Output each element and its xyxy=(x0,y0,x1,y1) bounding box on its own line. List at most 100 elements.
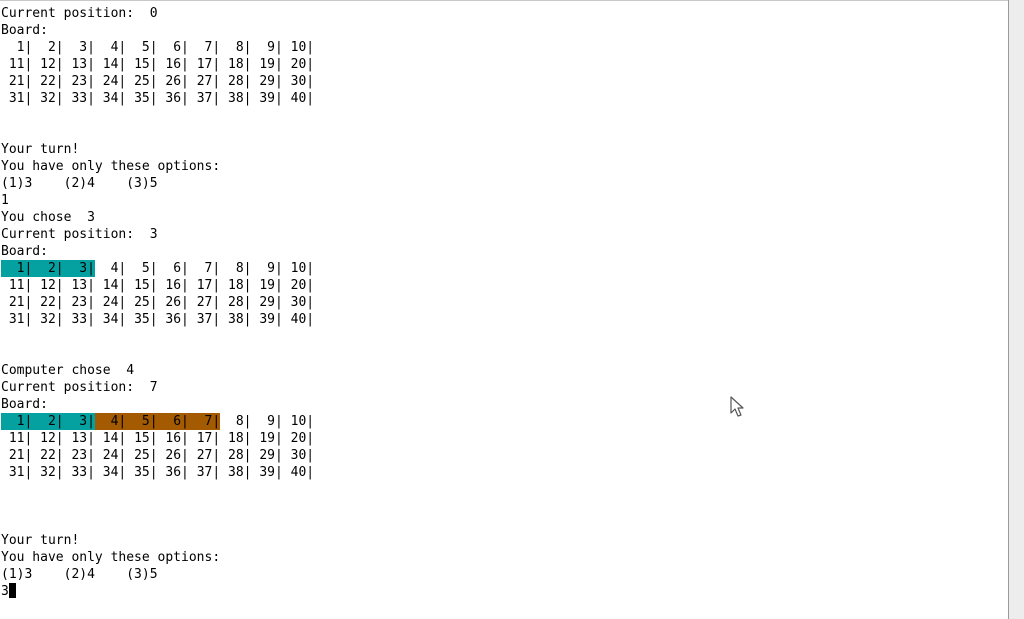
board-cell: 5| xyxy=(126,261,158,276)
board-cell: 23| xyxy=(63,448,95,463)
board-cell: 37| xyxy=(188,91,221,106)
board-cell: 10| xyxy=(282,40,315,55)
board-cell: 4| xyxy=(94,40,127,55)
output-line: (1)3 (2)4 (3)5 xyxy=(1,176,158,191)
output-line: Computer chose 4 xyxy=(1,363,135,378)
board-row: 21| 22| 23| 24| 25| 26| 27| 28| 29| 30| xyxy=(1,447,314,464)
board-cell: 25| xyxy=(126,74,158,89)
output-line: 1 xyxy=(1,193,9,208)
output-line: Your turn! xyxy=(1,142,80,157)
output-line: Current position: 7 xyxy=(1,380,158,395)
board-cell: 35| xyxy=(126,312,158,327)
vertical-scrollbar[interactable] xyxy=(1008,0,1024,619)
board-cell: 40| xyxy=(282,465,315,480)
output-line: Current position: 0 xyxy=(1,6,158,21)
board-cell: 15| xyxy=(126,431,158,446)
board-cell: 31| xyxy=(1,312,33,327)
board-cell: 31| xyxy=(1,465,33,480)
board-cell: 20| xyxy=(282,278,315,293)
board-cell-computer: 4| xyxy=(94,413,127,430)
board-cell: 8| xyxy=(220,40,252,55)
board-cell: 39| xyxy=(251,91,283,106)
board-row: 11| 12| 13| 14| 15| 16| 17| 18| 19| 20| xyxy=(1,277,314,294)
board-cell: 24| xyxy=(94,448,127,463)
board-row: 11| 12| 13| 14| 15| 16| 17| 18| 19| 20| xyxy=(1,430,314,447)
text-cursor-block-icon xyxy=(8,583,16,598)
board-cell: 26| xyxy=(157,295,189,310)
board-row: 1| 2| 3| 4| 5| 6| 7| 8| 9| 10| xyxy=(1,413,314,430)
board-cell: 12| xyxy=(32,57,64,72)
board-cell: 8| xyxy=(220,414,252,429)
board-cell: 21| xyxy=(1,74,33,89)
board-cell: 15| xyxy=(126,278,158,293)
board-cell: 12| xyxy=(32,431,64,446)
board-cell: 37| xyxy=(188,465,221,480)
board-cell: 17| xyxy=(188,278,221,293)
board-cell: 27| xyxy=(188,74,221,89)
board-cell: 4| xyxy=(94,261,127,276)
board-cell: 30| xyxy=(282,448,315,463)
board-cell: 9| xyxy=(251,261,283,276)
board-cell: 26| xyxy=(157,448,189,463)
board-cell: 14| xyxy=(94,278,127,293)
board-cell: 23| xyxy=(63,74,95,89)
board-cell: 13| xyxy=(63,278,95,293)
output-line: Your turn! xyxy=(1,533,80,548)
board-cell: 5| xyxy=(126,40,158,55)
board-cell: 34| xyxy=(94,465,127,480)
board-row: 1| 2| 3| 4| 5| 6| 7| 8| 9| 10| xyxy=(1,260,314,277)
board-cell: 20| xyxy=(282,57,315,72)
board-cell: 30| xyxy=(282,74,315,89)
board-cell: 30| xyxy=(282,295,315,310)
board-cell: 40| xyxy=(282,312,315,327)
board-cell: 33| xyxy=(63,91,95,106)
board-row: 31| 32| 33| 34| 35| 36| 37| 38| 39| 40| xyxy=(1,464,314,481)
board-cell: 39| xyxy=(251,312,283,327)
terminal-output: Current position: 0 Board: 1| 2| 3| 4| 5|… xyxy=(1,5,314,600)
board-cell: 40| xyxy=(282,91,315,106)
board-cell-player: 3| xyxy=(63,413,95,430)
mouse-pointer-icon xyxy=(730,396,744,417)
board-row: 31| 32| 33| 34| 35| 36| 37| 38| 39| 40| xyxy=(1,90,314,107)
board-cell: 16| xyxy=(157,57,189,72)
board-cell: 25| xyxy=(126,295,158,310)
board-cell: 8| xyxy=(220,261,252,276)
board-cell: 29| xyxy=(251,295,283,310)
board-cell: 38| xyxy=(220,91,252,106)
board-cell: 29| xyxy=(251,74,283,89)
board-cell: 9| xyxy=(251,40,283,55)
output-line: Board: xyxy=(1,23,48,38)
output-line: You have only these options: xyxy=(1,550,221,565)
board-cell-computer: 7| xyxy=(188,413,221,430)
board-row: 1| 2| 3| 4| 5| 6| 7| 8| 9| 10| xyxy=(1,39,314,56)
board-cell: 16| xyxy=(157,278,189,293)
board-cell: 31| xyxy=(1,91,33,106)
board-cell: 22| xyxy=(32,74,64,89)
output-line: You have only these options: xyxy=(1,159,221,174)
board-cell-player: 2| xyxy=(32,413,64,430)
board-cell: 28| xyxy=(220,448,252,463)
board-cell: 18| xyxy=(220,278,252,293)
board-cell: 35| xyxy=(126,91,158,106)
board-cell: 23| xyxy=(63,295,95,310)
typed-input[interactable]: 3 xyxy=(1,584,9,599)
board-row: 21| 22| 23| 24| 25| 26| 27| 28| 29| 30| xyxy=(1,73,314,90)
board-cell: 24| xyxy=(94,295,127,310)
board-cell: 6| xyxy=(157,261,189,276)
board-cell: 27| xyxy=(188,295,221,310)
output-line: Board: xyxy=(1,244,48,259)
board-cell: 20| xyxy=(282,431,315,446)
board-cell: 6| xyxy=(157,40,189,55)
board-cell: 38| xyxy=(220,312,252,327)
terminal-window[interactable]: Current position: 0 Board: 1| 2| 3| 4| 5|… xyxy=(0,0,1008,619)
board-cell: 17| xyxy=(188,431,221,446)
board-cell: 11| xyxy=(1,278,33,293)
output-line: You chose 3 xyxy=(1,210,95,225)
board-cell: 19| xyxy=(251,278,283,293)
board-cell: 28| xyxy=(220,295,252,310)
board-cell-player: 1| xyxy=(1,413,33,430)
